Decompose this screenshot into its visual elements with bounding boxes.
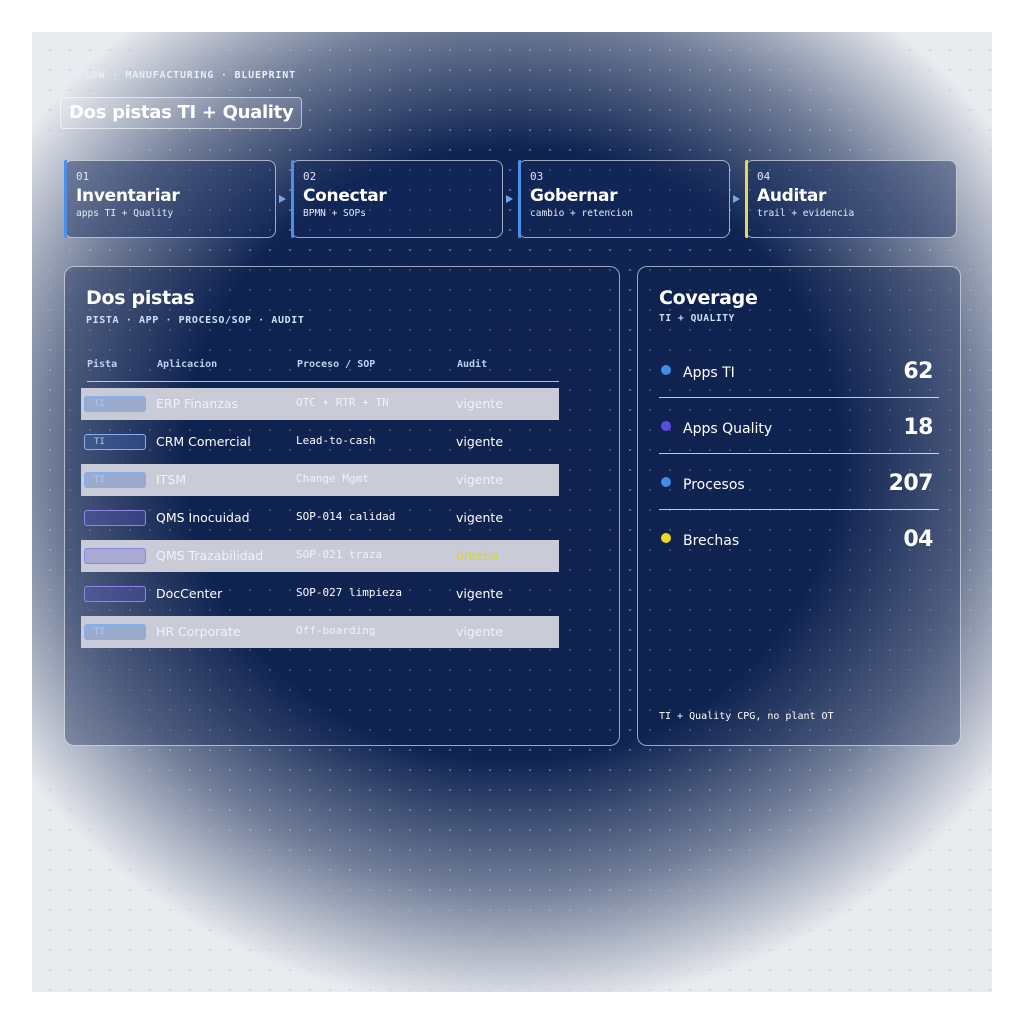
step-arrow-icon [279, 195, 286, 203]
table-row[interactable]: TI HR Corporate Off-boarding vigente [81, 616, 559, 648]
app-name: HR Corporate [156, 624, 241, 639]
track-tag-ti: TI [84, 472, 146, 488]
step-card-gobernar[interactable]: 03 Gobernar cambio + retencion [518, 160, 730, 238]
legend-dot-icon [661, 421, 671, 431]
column-header-audit: Audit [457, 359, 488, 370]
column-header-aplicacion: Aplicacion [157, 359, 218, 370]
table-row[interactable]: TI ERP Finanzas OTC + RTR + TN vigente [81, 388, 559, 420]
step-subtitle: apps TI + Quality [76, 208, 174, 219]
track-tag-quality [84, 586, 146, 602]
process-sop: SOP-027 limpieza [296, 586, 402, 599]
step-card-auditar[interactable]: 04 Auditar trail + evidencia [745, 160, 957, 238]
step-subtitle: BPMN + SOPs [303, 208, 366, 219]
step-arrow-icon [506, 195, 513, 203]
metric-apps-quality: Apps Quality 18 [659, 397, 939, 454]
table-row[interactable]: TI CRM Comercial Lead-to-cash vigente [81, 426, 559, 458]
app-name: CRM Comercial [156, 434, 251, 449]
step-number: 04 [757, 170, 771, 183]
table-row[interactable]: DocCenter SOP-027 limpieza vigente [81, 578, 559, 610]
step-number: 01 [76, 170, 90, 183]
coverage-panel: Coverage TI + QUALITY Apps TI 62 Apps Qu… [637, 266, 961, 746]
metric-value: 207 [888, 471, 934, 496]
metric-procesos: Procesos 207 [659, 453, 939, 510]
legend-dot-icon [661, 365, 671, 375]
audit-status: brecha [456, 548, 499, 563]
track-tag-quality [84, 548, 146, 564]
step-name: Gobernar [530, 186, 618, 206]
coverage-footnote: TI + Quality CPG, no plant OT [659, 711, 834, 722]
metric-apps-ti: Apps TI 62 [659, 341, 939, 398]
step-accent-bar [64, 160, 67, 238]
eyebrow-label: EAFLOW · MANUFACTURING · BLUEPRINT [64, 70, 296, 81]
metric-brechas: Brechas 04 [659, 509, 939, 565]
track-tag-ti: TI [84, 624, 146, 640]
legend-dot-icon [661, 533, 671, 543]
step-card-inventariar[interactable]: 01 Inventariar apps TI + Quality [64, 160, 276, 238]
tracks-panel: Dos pistas PISTA · APP · PROCESO/SOP · A… [64, 266, 620, 746]
coverage-title: Coverage [659, 287, 758, 309]
track-tag-quality [84, 510, 146, 526]
metric-label: Apps TI [683, 365, 735, 381]
step-number: 02 [303, 170, 317, 183]
tracks-caption: PISTA · APP · PROCESO/SOP · AUDIT [86, 315, 305, 326]
metric-value: 04 [903, 527, 933, 552]
step-number: 03 [530, 170, 544, 183]
blueprint-canvas: EAFLOW · MANUFACTURING · BLUEPRINT Dos p… [32, 32, 992, 992]
metric-label: Apps Quality [683, 421, 773, 437]
audit-status: vigente [456, 434, 504, 449]
tracks-title: Dos pistas [86, 287, 195, 309]
app-name: QMS Trazabilidad [156, 548, 264, 563]
metric-label: Procesos [683, 477, 745, 493]
process-sop: Off-boarding [296, 624, 376, 637]
page-title: Dos pistas TI + Quality [60, 97, 303, 129]
step-arrow-icon [733, 195, 740, 203]
step-accent-bar [518, 160, 521, 238]
process-sop: Change Mgmt [296, 472, 369, 485]
app-name: DocCenter [156, 586, 223, 601]
step-accent-bar [745, 160, 748, 238]
step-subtitle: trail + evidencia [757, 208, 855, 219]
app-name: QMS Inocuidad [156, 510, 250, 525]
process-sop: SOP-014 calidad [296, 510, 396, 523]
audit-status: vigente [456, 472, 504, 487]
step-card-conectar[interactable]: 02 Conectar BPMN + SOPs [291, 160, 503, 238]
process-sop: Lead-to-cash [296, 434, 376, 447]
audit-status: vigente [456, 396, 504, 411]
metric-value: 62 [903, 359, 933, 384]
step-subtitle: cambio + retencion [530, 208, 633, 219]
app-name: ITSM [156, 472, 187, 487]
step-name: Conectar [303, 186, 387, 206]
step-name: Inventariar [76, 186, 180, 206]
audit-status: vigente [456, 510, 504, 525]
table-row[interactable]: QMS Trazabilidad SOP-021 traza brecha [81, 540, 559, 572]
metric-label: Brechas [683, 533, 740, 549]
process-sop: SOP-021 traza [296, 548, 383, 561]
coverage-caption: TI + QUALITY [659, 313, 735, 324]
step-name: Auditar [757, 186, 827, 206]
app-name: ERP Finanzas [156, 396, 239, 411]
table-header: Pista Aplicacion Proceso / SOP Audit [87, 359, 559, 382]
metric-value: 18 [903, 415, 933, 440]
step-accent-bar [291, 160, 294, 238]
audit-status: vigente [456, 624, 504, 639]
column-header-proceso: Proceso / SOP [297, 359, 376, 370]
column-header-pista: Pista [87, 359, 118, 370]
table-row[interactable]: QMS Inocuidad SOP-014 calidad vigente [81, 502, 559, 534]
table-row[interactable]: TI ITSM Change Mgmt vigente [81, 464, 559, 496]
audit-status: vigente [456, 586, 504, 601]
legend-dot-icon [661, 477, 671, 487]
process-sop: OTC + RTR + TN [296, 396, 389, 409]
track-tag-ti: TI [84, 396, 146, 412]
track-tag-ti: TI [84, 434, 146, 450]
